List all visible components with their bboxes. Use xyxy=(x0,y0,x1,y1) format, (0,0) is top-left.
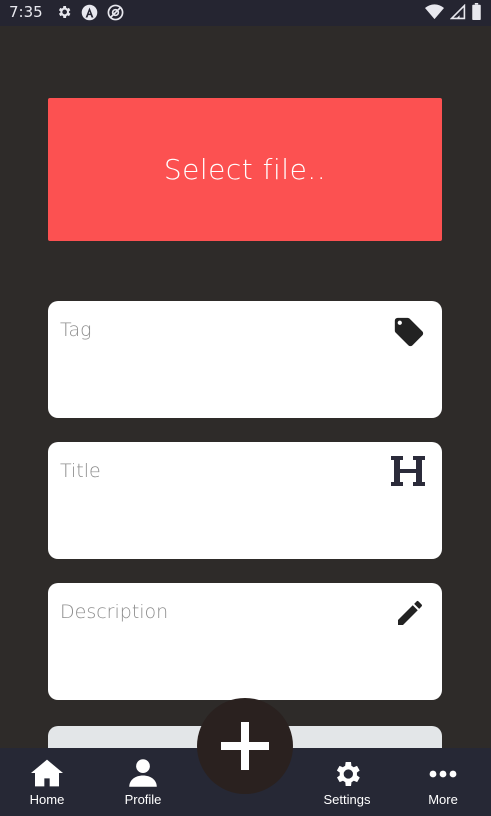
status-time: 7:35 xyxy=(9,3,43,21)
signal-icon xyxy=(450,3,466,19)
gear-icon xyxy=(336,762,360,786)
nav-more[interactable]: More xyxy=(403,748,483,816)
add-button[interactable] xyxy=(197,698,293,794)
select-file-label: Select file.. xyxy=(163,153,327,186)
a-icon xyxy=(81,4,98,21)
nav-more-label: More xyxy=(428,792,458,807)
tag-label: Tag xyxy=(60,319,92,341)
nav-profile[interactable]: Profile xyxy=(103,748,183,816)
pencil-icon xyxy=(398,600,423,625)
tag-field[interactable]: Tag xyxy=(48,301,442,418)
heading-icon xyxy=(391,456,425,486)
title-label: Title xyxy=(60,460,101,482)
nav-profile-label: Profile xyxy=(124,792,162,807)
tag-icon xyxy=(394,317,424,347)
select-file-button[interactable]: Select file.. xyxy=(48,98,442,241)
more-icon xyxy=(429,770,457,778)
wifi-icon xyxy=(425,3,444,19)
gear-icon xyxy=(58,6,71,18)
home-icon xyxy=(31,759,63,787)
nav-home[interactable]: Home xyxy=(7,748,87,816)
status-icons-right xyxy=(425,3,481,20)
battery-icon xyxy=(472,3,481,20)
plus-icon xyxy=(221,722,269,770)
title-field[interactable]: Title xyxy=(48,442,442,559)
nav-settings-label: Settings xyxy=(323,792,371,807)
status-icons-left xyxy=(56,4,124,21)
nav-settings[interactable]: Settings xyxy=(307,748,387,816)
status-bar: 7:35 xyxy=(0,0,491,26)
description-field[interactable]: Description xyxy=(48,583,442,700)
at-icon xyxy=(107,4,124,21)
person-icon xyxy=(129,759,157,787)
nav-home-label: Home xyxy=(29,792,65,807)
description-label: Description xyxy=(60,601,169,623)
